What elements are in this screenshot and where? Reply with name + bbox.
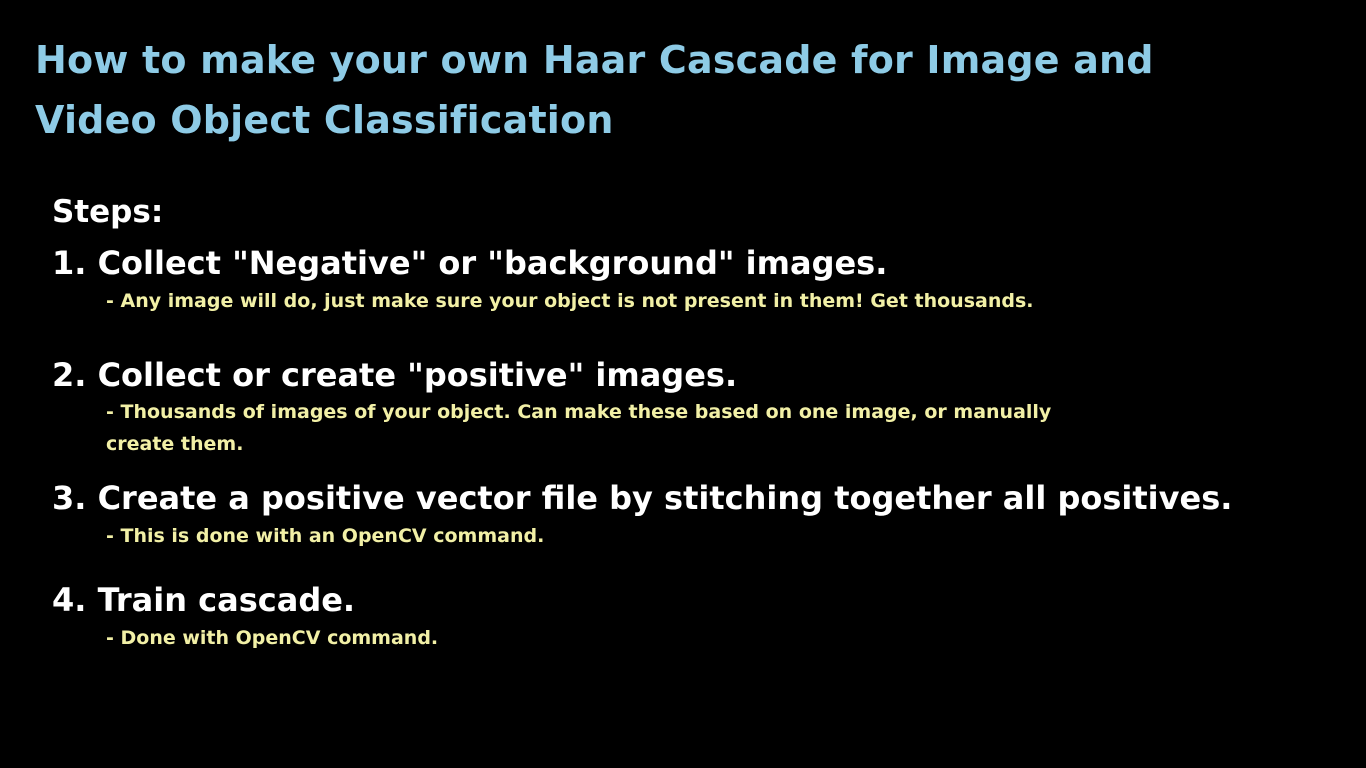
step-3-label: 3. Create a positive vector file by stit… xyxy=(52,479,1233,517)
step-2-label: 2. Collect or create "positive" images. xyxy=(52,356,738,394)
step-3-note-line-1: - This is done with an OpenCV command. xyxy=(106,525,545,547)
slide-title-line-1: How to make your own Haar Cascade for Im… xyxy=(35,38,1154,82)
step-1-note: - Any image will do, just make sure your… xyxy=(106,285,1033,317)
step-4-label: 4. Train cascade. xyxy=(52,581,356,619)
slide-title-line-2: Video Object Classification xyxy=(35,98,614,142)
step-1-label: 1. Collect "Negative" or "background" im… xyxy=(52,244,888,282)
step-3-note: - This is done with an OpenCV command. xyxy=(106,520,544,552)
step-4-note-line-1: - Done with OpenCV command. xyxy=(106,627,439,649)
step-1-note-line-1: - Any image will do, just make sure your… xyxy=(106,290,1034,312)
steps-heading: Steps: xyxy=(52,194,164,230)
step-2-note-line-2: create them. xyxy=(106,433,244,455)
slide: How to make your own Haar Cascade for Im… xyxy=(0,0,1366,768)
slide-title: How to make your own Haar Cascade for Im… xyxy=(35,30,1335,150)
step-4-note: - Done with OpenCV command. xyxy=(106,622,438,654)
step-2-note: - Thousands of images of your object. Ca… xyxy=(106,396,1051,460)
step-2-note-line-1: - Thousands of images of your object. Ca… xyxy=(106,401,1052,423)
